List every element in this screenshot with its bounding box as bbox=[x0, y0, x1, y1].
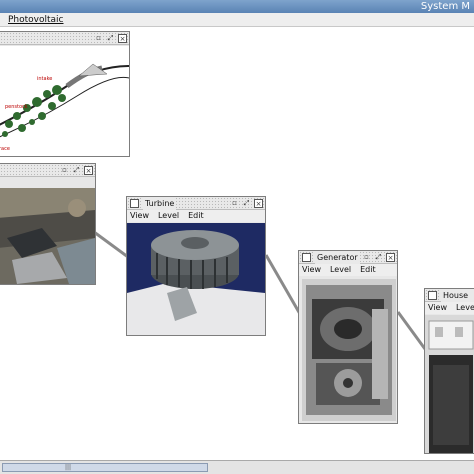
frame-title: Turbine bbox=[143, 197, 177, 210]
frame-titlebar[interactable]: ▫ ⤢ × bbox=[0, 32, 129, 45]
connector-generator-house bbox=[396, 311, 427, 350]
site-diagram-image: intake penstock race bbox=[0, 46, 129, 156]
maximize-icon[interactable]: ⤢ bbox=[72, 166, 81, 175]
connector-turbine-generator bbox=[264, 254, 302, 315]
minimize-icon[interactable]: ▫ bbox=[94, 34, 103, 43]
frame-menubar: View Level bbox=[425, 302, 474, 314]
frame-menubar: View Level Edit bbox=[127, 210, 265, 222]
menu-level[interactable]: Level bbox=[330, 264, 351, 276]
label-penstock: penstock bbox=[5, 104, 28, 110]
frame-dam[interactable]: ▫ ⤢ × bbox=[0, 163, 96, 285]
menu-level[interactable]: Level bbox=[456, 302, 474, 314]
menu-view[interactable]: View bbox=[302, 264, 321, 276]
minimize-icon[interactable]: ▫ bbox=[230, 199, 239, 208]
frame-site-diagram[interactable]: ▫ ⤢ × intake penstock race bbox=[0, 31, 130, 157]
turbine-photo bbox=[127, 223, 265, 335]
maximize-icon[interactable]: ⤢ bbox=[106, 34, 115, 43]
menu-view[interactable]: View bbox=[130, 210, 149, 222]
frame-titlebar[interactable]: Generator ▫ ⤢ × bbox=[299, 251, 397, 264]
frame-icon bbox=[428, 291, 437, 300]
frame-generator[interactable]: Generator ▫ ⤢ × View Level Edit bbox=[298, 250, 398, 424]
frame-titlebar[interactable]: ▫ ⤢ × bbox=[0, 164, 95, 177]
minimize-icon[interactable]: ▫ bbox=[362, 253, 371, 262]
close-icon[interactable]: × bbox=[84, 166, 93, 175]
app-titlebar: System M bbox=[0, 0, 474, 13]
close-icon[interactable]: × bbox=[254, 199, 263, 208]
label-intake: intake bbox=[37, 76, 52, 82]
app-title: System M bbox=[420, 1, 470, 12]
menu-photovoltaic[interactable]: Photovoltaic bbox=[8, 14, 64, 26]
frame-titlebar[interactable]: House Lo bbox=[425, 289, 474, 315]
menu-level[interactable]: Level bbox=[158, 210, 179, 222]
label-race: race bbox=[0, 146, 10, 152]
minimize-icon[interactable]: ▫ bbox=[60, 166, 69, 175]
close-icon[interactable]: × bbox=[118, 34, 127, 43]
close-icon[interactable]: × bbox=[386, 253, 395, 262]
frame-menubar: View Level Edit bbox=[299, 264, 397, 276]
generator-photo bbox=[302, 279, 396, 421]
menu-edit[interactable]: Edit bbox=[188, 210, 204, 222]
dam-photo bbox=[0, 188, 95, 284]
menu-edit[interactable]: Edit bbox=[360, 264, 376, 276]
scrollbar-thumb[interactable]: ||| bbox=[2, 463, 208, 472]
menubar: Photovoltaic bbox=[0, 13, 474, 27]
menu-view[interactable]: View bbox=[428, 302, 447, 314]
connector-dam-turbine bbox=[93, 230, 129, 259]
frame-turbine[interactable]: Turbine ▫ ⤢ × View Level Edit bbox=[126, 196, 266, 336]
desktop-pane: ▫ ⤢ × intake penstock race ▫ ⤢ × Turbine… bbox=[0, 27, 474, 460]
maximize-icon[interactable]: ⤢ bbox=[374, 253, 383, 262]
house-load-photo bbox=[425, 315, 474, 453]
frame-title: Generator bbox=[315, 251, 360, 264]
frame-icon bbox=[302, 253, 311, 262]
frame-titlebar[interactable]: Turbine ▫ ⤢ × bbox=[127, 197, 265, 210]
frame-icon bbox=[130, 199, 139, 208]
frame-house-load[interactable]: House Lo View Level bbox=[424, 288, 474, 454]
grip-icon: ||| bbox=[65, 464, 72, 471]
maximize-icon[interactable]: ⤢ bbox=[242, 199, 251, 208]
horizontal-scrollbar[interactable]: ||| bbox=[0, 460, 474, 474]
